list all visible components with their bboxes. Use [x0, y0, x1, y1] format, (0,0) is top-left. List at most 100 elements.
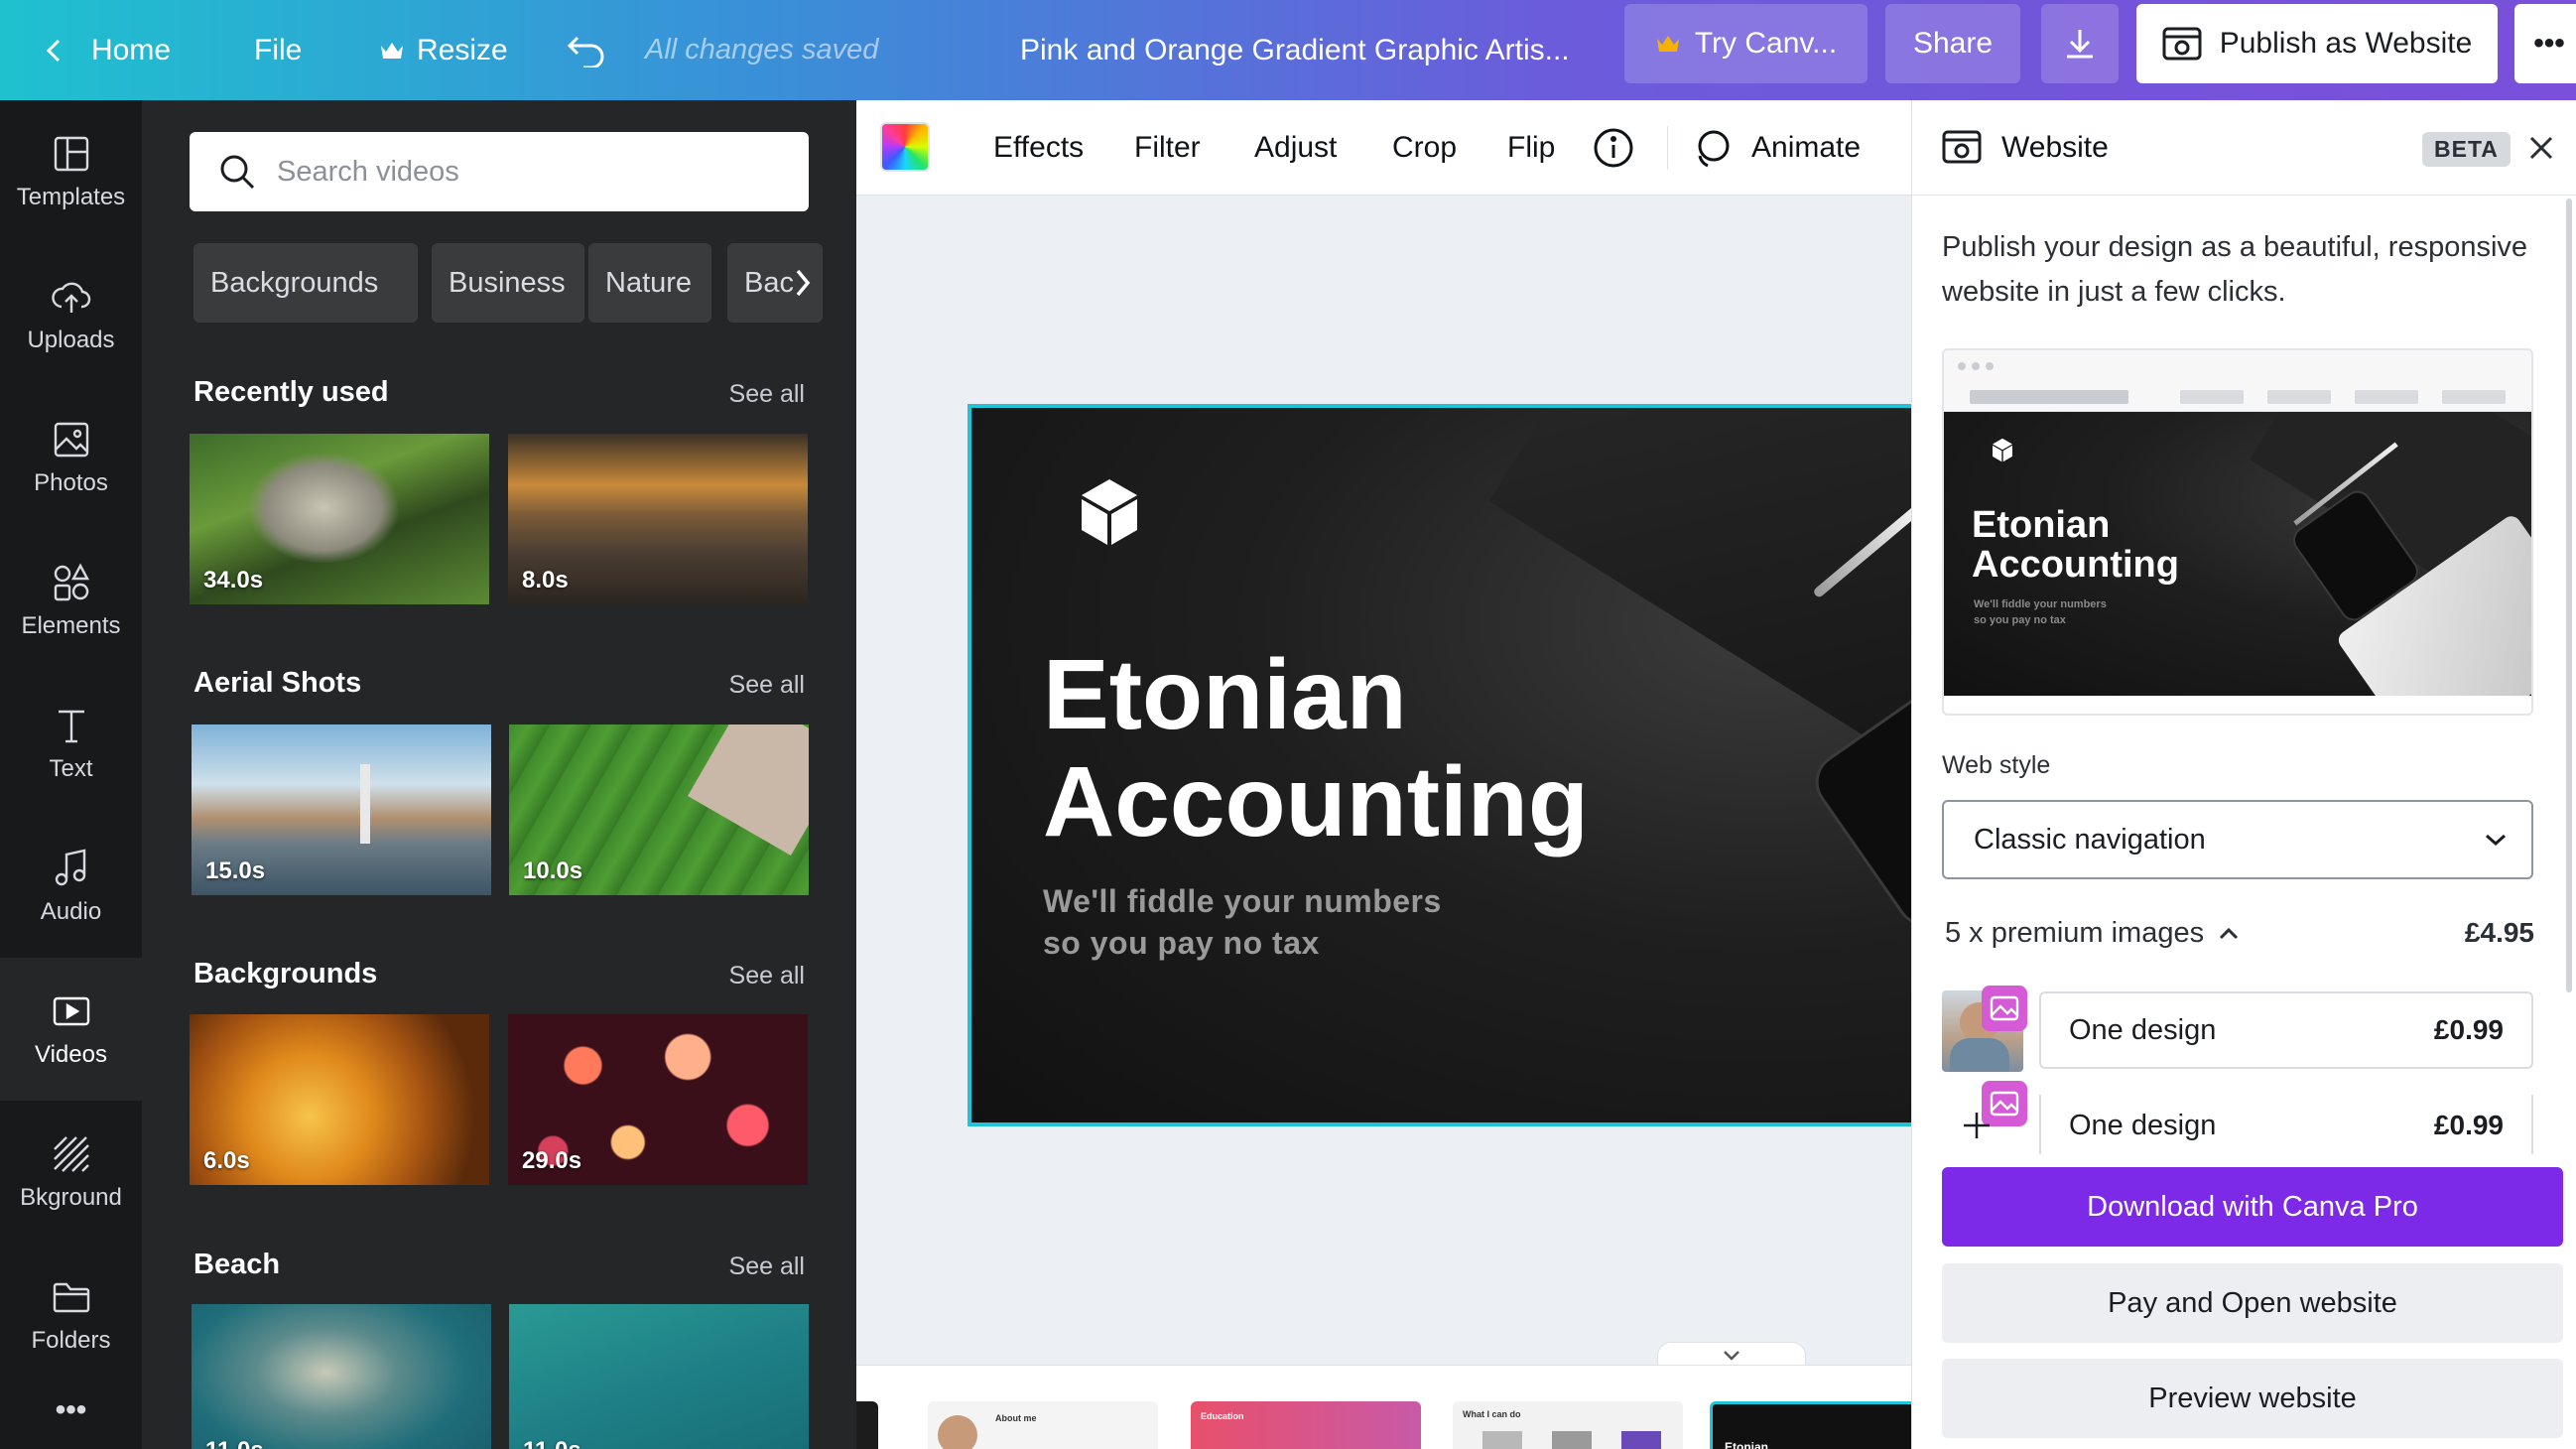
premium-item[interactable]: One design £0.99: [2039, 1095, 2533, 1154]
video-thumb[interactable]: 10.0s: [509, 724, 809, 895]
share-button[interactable]: Share: [1885, 4, 2020, 83]
try-canva-pro-button[interactable]: Try Canv...: [1624, 4, 1868, 83]
website-description: Publish your design as a beautiful, resp…: [1942, 231, 2528, 308]
see-all-link[interactable]: See all: [729, 962, 805, 990]
chip-label: Nature: [605, 266, 693, 299]
preview-nav-placeholder: [2442, 390, 2506, 404]
page-thumb-active[interactable]: Etonian: [1710, 1401, 1911, 1449]
slide-subtitle[interactable]: We'll fiddle your numbers so you pay no …: [1043, 880, 1442, 964]
rail-elements[interactable]: Elements: [0, 529, 142, 672]
video-thumb[interactable]: 11.0s: [192, 1304, 491, 1449]
rail-folders[interactable]: Folders: [0, 1244, 142, 1386]
video-thumb[interactable]: 29.0s: [508, 1014, 808, 1185]
rail-label: Elements: [21, 612, 121, 639]
preview-nav-placeholder: [1970, 390, 2128, 404]
design-title[interactable]: Pink and Orange Gradient Graphic Artis..…: [1020, 0, 1570, 100]
preview-nav-placeholder: [2267, 390, 2331, 404]
rail-templates[interactable]: Templates: [0, 100, 142, 243]
web-style-select[interactable]: Classic navigation: [1942, 800, 2533, 879]
page-image: [1482, 1431, 1522, 1449]
close-icon[interactable]: [2527, 134, 2555, 162]
preview-website-button[interactable]: Preview website: [1942, 1359, 2563, 1438]
download-icon: [2067, 30, 2093, 59]
save-status: All changes saved: [645, 34, 879, 66]
rail-background[interactable]: Bkground: [0, 1101, 142, 1244]
try-label: Try Canv...: [1694, 27, 1838, 60]
premium-item[interactable]: One design £0.99: [2039, 991, 2533, 1069]
rail-audio[interactable]: Audio: [0, 815, 142, 958]
rail-videos[interactable]: Videos: [0, 958, 142, 1101]
website-panel-header: Website BETA: [1912, 100, 2576, 196]
undo-button[interactable]: [566, 0, 607, 100]
resize-button[interactable]: Resize: [379, 0, 508, 100]
video-duration: 6.0s: [203, 1147, 250, 1174]
see-all-link[interactable]: See all: [729, 380, 805, 409]
website-panel-title: Website: [2001, 131, 2109, 164]
effects-button[interactable]: Effects: [993, 100, 1084, 196]
editor-toolbar: Effects Filter Adjust Crop Flip Animate: [856, 100, 1911, 196]
preview-dot: [1972, 362, 1980, 370]
video-thumb[interactable]: 11.0s: [509, 1304, 809, 1449]
crop-button[interactable]: Crop: [1392, 100, 1457, 196]
filter-button[interactable]: Filter: [1134, 100, 1201, 196]
premium-item-label: One design: [2069, 1013, 2217, 1046]
beta-badge: BETA: [2422, 132, 2511, 167]
download-button[interactable]: [2041, 4, 2119, 83]
see-all-link[interactable]: See all: [729, 1252, 805, 1281]
video-thumb[interactable]: 34.0s: [190, 434, 489, 604]
website-panel-scrollbar[interactable]: [2566, 198, 2572, 992]
flip-button[interactable]: Flip: [1507, 100, 1555, 196]
info-button[interactable]: [1593, 100, 1634, 196]
search-input[interactable]: [277, 155, 793, 189]
premium-images-toggle[interactable]: 5 x premium images: [1945, 917, 2240, 950]
page-image: [1621, 1431, 1661, 1449]
rail-photos[interactable]: Photos: [0, 386, 142, 529]
publish-as-website-button[interactable]: Publish as Website: [2136, 4, 2498, 83]
more-options-button[interactable]: •••: [2514, 4, 2576, 83]
animate-label: Animate: [1751, 131, 1862, 164]
page-thumb[interactable]: What I can do: [1453, 1401, 1683, 1449]
animate-button[interactable]: Animate: [1690, 100, 1861, 196]
crown-icon: [381, 42, 403, 59]
image-icon: [1990, 995, 2019, 1021]
file-menu-button[interactable]: File: [254, 0, 302, 100]
see-all-link[interactable]: See all: [729, 671, 805, 700]
folder-icon: [53, 1282, 89, 1313]
page-thumb[interactable]: [856, 1401, 878, 1449]
search-box[interactable]: [190, 132, 809, 211]
design-slide[interactable]: Etonian Accounting We'll fiddle your num…: [967, 404, 1911, 1126]
video-duration: 29.0s: [522, 1147, 582, 1174]
adjust-button[interactable]: Adjust: [1254, 100, 1337, 196]
rail-more-button[interactable]: •••: [0, 1381, 142, 1440]
preview-nav-placeholder: [2180, 390, 2244, 404]
video-thumb[interactable]: 6.0s: [190, 1014, 489, 1185]
video-thumb[interactable]: 8.0s: [508, 434, 808, 604]
canvas-area: Etonian Accounting We'll fiddle your num…: [856, 196, 1911, 1340]
chip-backgrounds[interactable]: Backgrounds: [193, 243, 418, 323]
page-thumb[interactable]: About me: [928, 1401, 1158, 1449]
rail-text[interactable]: Text: [0, 672, 142, 815]
website-panel: Website BETA Publish your design as a be…: [1911, 100, 2576, 1449]
section-title: Recently used: [193, 376, 389, 408]
slide-title[interactable]: Etonian Accounting: [1043, 641, 1589, 856]
video-duration: 34.0s: [203, 567, 264, 593]
share-label: Share: [1912, 27, 1994, 60]
dinosaur-shape: [249, 454, 398, 563]
home-button[interactable]: Home: [40, 0, 171, 100]
chips-scroll-right[interactable]: [783, 249, 823, 317]
website-icon: [1942, 130, 1982, 164]
pay-and-open-website-button[interactable]: Pay and Open website: [1942, 1263, 2563, 1343]
download-with-canva-pro-button[interactable]: Download with Canva Pro: [1942, 1167, 2563, 1247]
video-thumb[interactable]: 15.0s: [192, 724, 491, 895]
chevron-left-icon: [46, 39, 61, 62]
background-hatch-icon: [53, 1136, 89, 1172]
rail-uploads[interactable]: Uploads: [0, 243, 142, 386]
animate-icon: [1698, 130, 1730, 168]
page-thumb[interactable]: Education: [1191, 1401, 1421, 1449]
preview-dot: [1958, 362, 1966, 370]
chip-nature[interactable]: Nature: [588, 243, 711, 323]
color-swatch-button[interactable]: [880, 122, 930, 172]
rail-label: Uploads: [27, 327, 115, 353]
chevron-down-icon: [1724, 1350, 1739, 1361]
chip-business[interactable]: Business: [432, 243, 584, 323]
